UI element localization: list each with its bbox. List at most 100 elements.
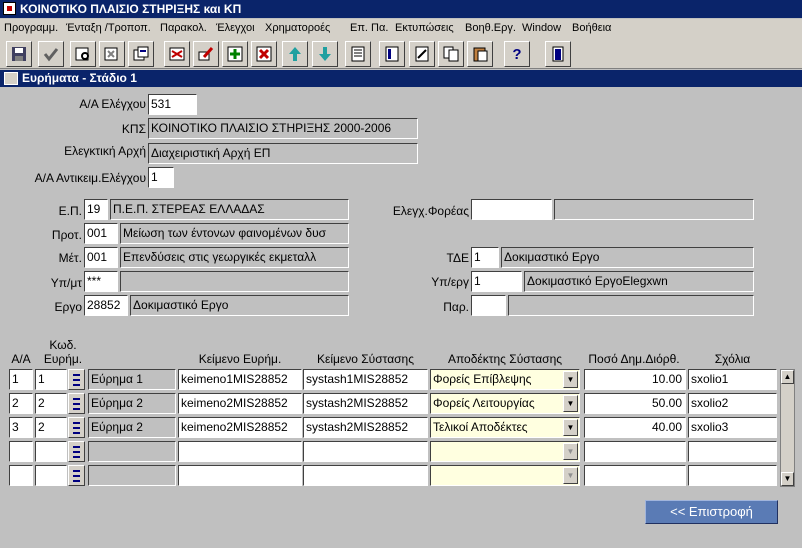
row-apodektis-select[interactable]: ▼ bbox=[430, 441, 580, 462]
row-systasi-field[interactable] bbox=[303, 441, 428, 462]
row-apodektis-select[interactable]: ▼ bbox=[430, 465, 580, 486]
row-sxolia-field[interactable] bbox=[688, 465, 777, 486]
row-systasi-field[interactable]: systash2MIS28852 bbox=[303, 393, 428, 414]
col-header-kod-line2: Ευρήμ. bbox=[43, 352, 83, 366]
row-kod-field[interactable]: 2 bbox=[35, 417, 67, 438]
row-keimeno-field[interactable]: keimeno1MIS28852 bbox=[178, 369, 302, 390]
copy-icon[interactable] bbox=[438, 41, 464, 67]
met-code-field[interactable]: 001 bbox=[84, 247, 118, 268]
row-apodektis-select[interactable]: Φορείς Λειτουργίας ▼ bbox=[430, 393, 580, 414]
field-list-icon[interactable] bbox=[379, 41, 405, 67]
row-poso-field-value: 40.00 bbox=[651, 420, 682, 434]
row-kod-field[interactable] bbox=[35, 441, 67, 462]
table-scrollbar[interactable]: ▲ ▼ bbox=[780, 369, 795, 487]
dropdown-arrow-icon[interactable]: ▼ bbox=[563, 467, 578, 484]
menu-window[interactable]: Window bbox=[522, 22, 561, 34]
row-sxolia-field-value: sxolio2 bbox=[691, 396, 729, 410]
insert-record-icon[interactable] bbox=[222, 41, 248, 67]
lov-list-icon[interactable] bbox=[68, 393, 85, 414]
previous-record-icon[interactable] bbox=[282, 41, 308, 67]
row-keimeno-field[interactable] bbox=[178, 465, 302, 486]
tde-code-field[interactable]: 1 bbox=[471, 247, 499, 268]
ep-label: Ε.Π. bbox=[58, 204, 82, 218]
menu-programm[interactable]: Προγραμμ. bbox=[4, 22, 58, 34]
row-apodektis-select[interactable]: Τελικοί Αποδέκτες ▼ bbox=[430, 417, 580, 438]
row-apodektis-select-value: Φορείς Λειτουργίας bbox=[433, 396, 535, 410]
row-sxolia-field[interactable]: sxolio3 bbox=[688, 417, 777, 438]
row-eurima-field bbox=[88, 441, 176, 462]
met-name-field: Επενδύσεις στις γεωργικές εκμεταλλ bbox=[120, 247, 349, 268]
help-icon[interactable]: ? bbox=[504, 41, 530, 67]
row-kod-field[interactable]: 1 bbox=[35, 369, 67, 390]
scroll-down-icon[interactable]: ▼ bbox=[781, 472, 794, 486]
menu-elegxoi[interactable]: Έλεγχοι bbox=[216, 22, 255, 34]
row-poso-field[interactable]: 50.00 bbox=[584, 393, 686, 414]
return-button[interactable]: << Επιστροφή bbox=[645, 500, 778, 524]
row-poso-field[interactable]: 40.00 bbox=[584, 417, 686, 438]
row-kod-field[interactable] bbox=[35, 465, 67, 486]
row-systasi-field[interactable]: systash2MIS28852 bbox=[303, 417, 428, 438]
row-sxolia-field[interactable]: sxolio2 bbox=[688, 393, 777, 414]
kps-label: ΚΠΣ bbox=[121, 122, 146, 136]
row-keimeno-field[interactable]: keimeno2MIS28852 bbox=[178, 417, 302, 438]
menu-entaxi[interactable]: Ένταξη /Τροποπ. bbox=[66, 22, 151, 34]
prot-code-field[interactable]: 001 bbox=[84, 223, 118, 244]
aa-antikeim-field[interactable]: 1 bbox=[148, 167, 174, 188]
scroll-up-icon[interactable]: ▲ bbox=[781, 370, 794, 384]
toolbar: ? bbox=[0, 39, 802, 69]
menu-bar: Προγραμμ. Ένταξη /Τροποπ. Παρακολ. Έλεγχ… bbox=[0, 19, 802, 39]
par-code-field[interactable] bbox=[471, 295, 506, 316]
row-keimeno-field[interactable] bbox=[178, 441, 302, 462]
menu-parakol[interactable]: Παρακολ. bbox=[160, 22, 207, 34]
dropdown-arrow-icon[interactable]: ▼ bbox=[563, 395, 578, 412]
edit-icon[interactable] bbox=[193, 41, 219, 67]
ergo-code-field[interactable]: 28852 bbox=[84, 295, 128, 316]
row-systasi-field[interactable] bbox=[303, 465, 428, 486]
row-poso-field-value: 50.00 bbox=[651, 396, 682, 410]
lov-list-icon[interactable] bbox=[68, 369, 85, 390]
yperg-code-field[interactable]: 1 bbox=[471, 271, 522, 292]
query-cancel-icon[interactable] bbox=[99, 41, 125, 67]
elegktiki-arxi-field: Διαχειριστική Αρχή ΕΠ bbox=[148, 143, 418, 164]
aa-elegxou-field[interactable]: 531 bbox=[148, 94, 197, 115]
row-poso-field[interactable] bbox=[584, 441, 686, 462]
menu-ektyposeis[interactable]: Εκτυπώσεις bbox=[395, 22, 454, 34]
next-record-icon[interactable] bbox=[312, 41, 338, 67]
print-preview-icon[interactable] bbox=[164, 41, 190, 67]
exit-icon[interactable] bbox=[545, 41, 571, 67]
row-eurima-field bbox=[88, 465, 176, 486]
lov-list-icon[interactable] bbox=[68, 465, 85, 486]
col-header-poso: Ποσό Δημ.Διόρθ. bbox=[588, 352, 680, 366]
paste-icon[interactable] bbox=[467, 41, 493, 67]
row-kod-field-value: 2 bbox=[38, 420, 45, 434]
col-header-keimeno-systasis: Κείμενο Σύστασης bbox=[316, 352, 415, 366]
row-apodektis-select[interactable]: Φορείς Επίβλεψης ▼ bbox=[430, 369, 580, 390]
row-keimeno-field[interactable]: keimeno2MIS28852 bbox=[178, 393, 302, 414]
menu-ep-pa[interactable]: Επ. Πα. bbox=[350, 22, 388, 34]
query-execute-icon[interactable] bbox=[128, 41, 154, 67]
elegx-forea-code-field[interactable] bbox=[471, 199, 552, 220]
menu-voith-erg[interactable]: Βοηθ.Εργ. bbox=[465, 22, 516, 34]
dropdown-arrow-icon[interactable]: ▼ bbox=[563, 371, 578, 388]
ypmt-code-field[interactable]: *** bbox=[84, 271, 118, 292]
list-icon[interactable] bbox=[345, 41, 371, 67]
accept-icon[interactable] bbox=[38, 41, 64, 67]
menu-voitheia[interactable]: Βοήθεια bbox=[572, 22, 611, 34]
edit-text-icon[interactable] bbox=[409, 41, 435, 67]
row-poso-field-value: 10.00 bbox=[651, 372, 682, 386]
dropdown-arrow-icon[interactable]: ▼ bbox=[563, 443, 578, 460]
lov-list-icon[interactable] bbox=[68, 417, 85, 438]
menu-xrimatoroes[interactable]: Χρηματοροές bbox=[265, 22, 330, 34]
row-systasi-field[interactable]: systash1MIS28852 bbox=[303, 369, 428, 390]
query-enter-icon[interactable] bbox=[70, 41, 96, 67]
dropdown-arrow-icon[interactable]: ▼ bbox=[563, 419, 578, 436]
lov-list-icon[interactable] bbox=[68, 441, 85, 462]
row-sxolia-field[interactable] bbox=[688, 441, 777, 462]
delete-record-icon[interactable] bbox=[251, 41, 277, 67]
row-poso-field[interactable] bbox=[584, 465, 686, 486]
row-poso-field[interactable]: 10.00 bbox=[584, 369, 686, 390]
ep-code-field[interactable]: 19 bbox=[84, 199, 108, 220]
row-sxolia-field[interactable]: sxolio1 bbox=[688, 369, 777, 390]
save-icon[interactable] bbox=[6, 41, 32, 67]
row-kod-field[interactable]: 2 bbox=[35, 393, 67, 414]
